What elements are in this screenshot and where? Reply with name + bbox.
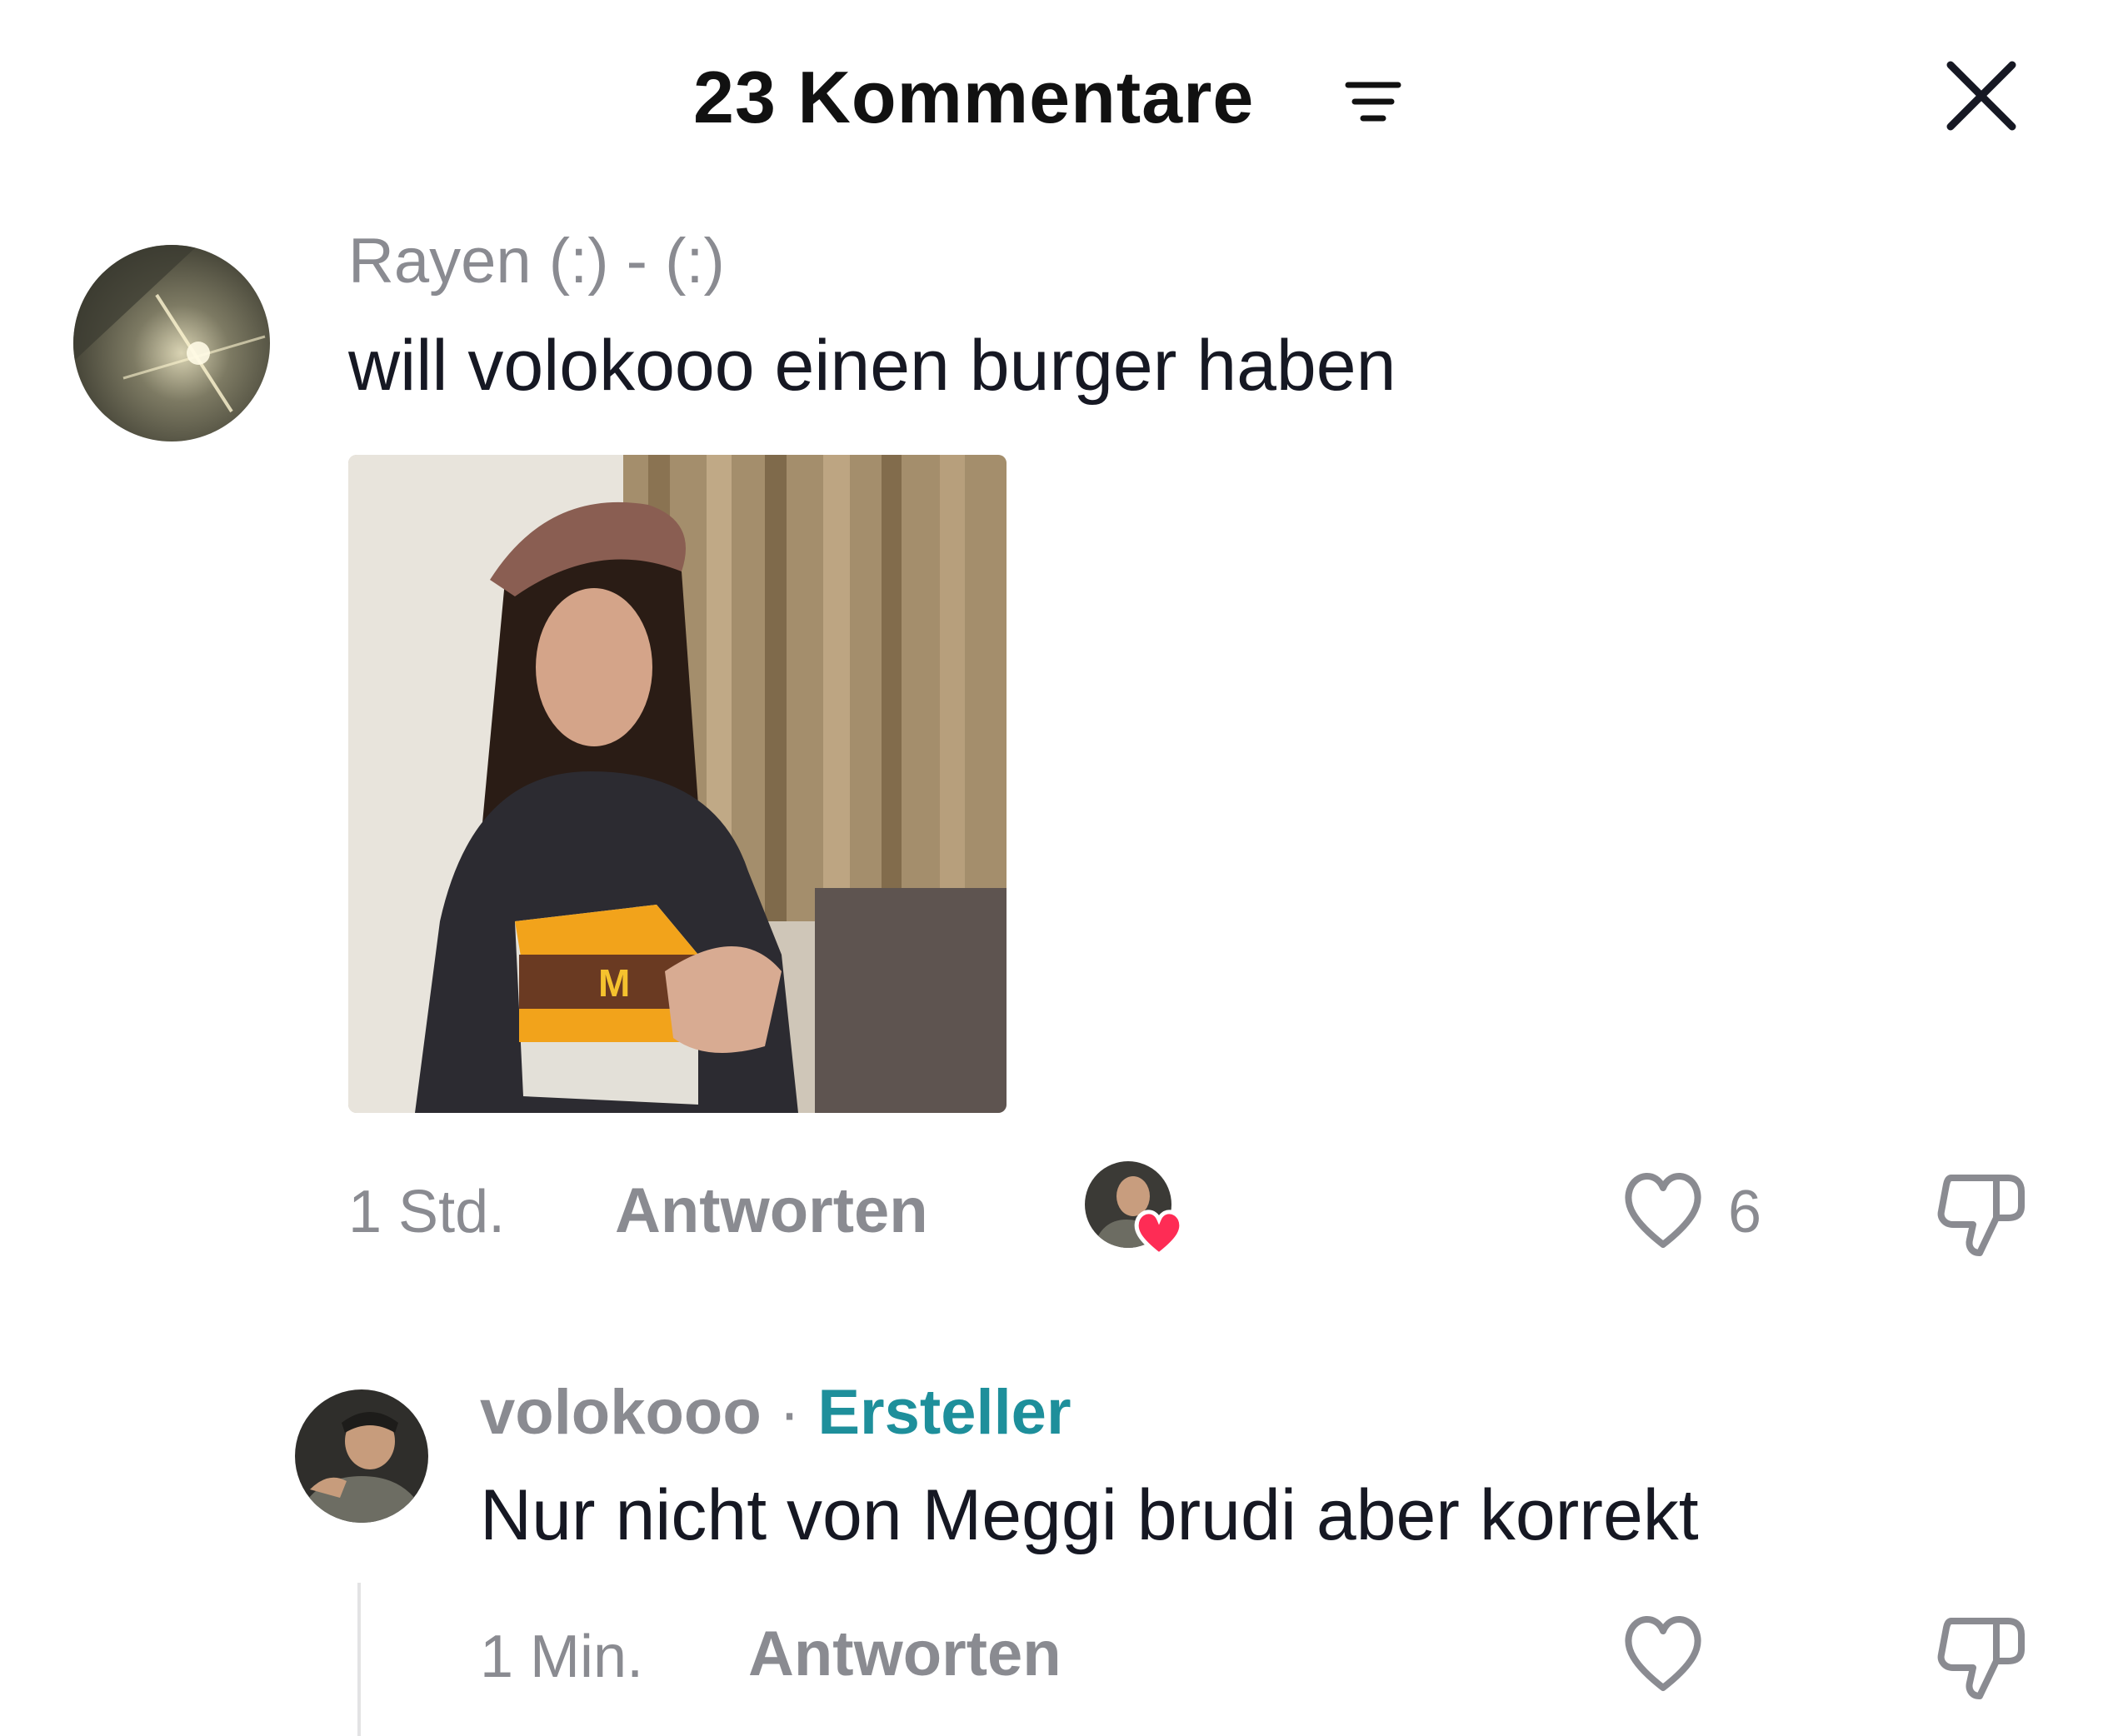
reply-button[interactable]: Antworten: [748, 1618, 1061, 1690]
comment-text: will volokooo einen burger haben: [348, 326, 1396, 406]
avatar[interactable]: [295, 1389, 428, 1523]
comment-count-title: 23 Kommentare: [693, 56, 1255, 138]
comment-username[interactable]: Rayen (:) - (:): [348, 225, 725, 297]
thread-line: [357, 1583, 361, 1736]
reply-timestamp: 1 Min.: [480, 1624, 644, 1690]
thumbs-down-icon[interactable]: [1935, 1609, 2026, 1704]
reply-username[interactable]: volokooo: [480, 1377, 762, 1448]
heart-outline-icon[interactable]: [1620, 1168, 1706, 1251]
heart-badge-icon: [1134, 1210, 1184, 1258]
thumbs-down-icon[interactable]: [1935, 1166, 2026, 1261]
comment-timestamp: 1 Std.: [348, 1179, 506, 1245]
close-icon[interactable]: [1946, 60, 2017, 132]
reply-text: Nur nicht von Meggi brudi aber korrekt: [480, 1475, 1699, 1555]
creator-badge: Ersteller: [817, 1377, 1071, 1448]
filter-icon[interactable]: [1343, 73, 1403, 133]
heart-outline-icon[interactable]: [1620, 1611, 1706, 1694]
creator-liked-badge: [1085, 1161, 1191, 1258]
comments-sheet: 23 Kommentare Rayen (:) - (:) will volok…: [0, 0, 2103, 1736]
like-count: 6: [1728, 1179, 1762, 1245]
comments-header: 23 Kommentare: [0, 48, 2103, 148]
reply-button[interactable]: Antworten: [615, 1175, 928, 1247]
reply-username-line: volokooo · Ersteller: [480, 1376, 1071, 1449]
svg-text:M: M: [598, 961, 630, 1005]
comment-image[interactable]: M: [348, 455, 1007, 1113]
avatar[interactable]: [73, 245, 270, 441]
separator-dot: ·: [778, 1377, 801, 1448]
